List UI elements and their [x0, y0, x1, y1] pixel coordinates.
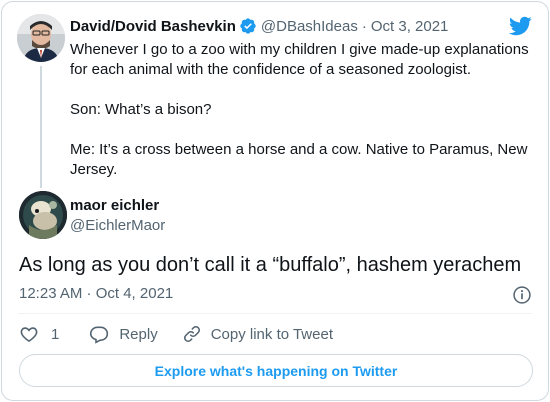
header-separator: · [361, 17, 367, 35]
explore-twitter-button[interactable]: Explore what's happening on Twitter [19, 354, 533, 387]
reply-button[interactable]: Reply [89, 324, 158, 344]
like-button[interactable]: 1 [19, 324, 59, 344]
parent-tweet-paragraph: Me: It’s a cross between a horse and a c… [70, 141, 528, 178]
parent-author-handle[interactable]: @DBashIdeas [261, 18, 358, 35]
copy-link-button[interactable]: Copy link to Tweet [182, 324, 333, 344]
twitter-bird-icon[interactable] [508, 14, 532, 38]
reply-author-handle[interactable]: @EichlerMaor [70, 217, 165, 234]
actions-divider [18, 313, 532, 314]
info-icon[interactable] [512, 285, 532, 305]
copy-link-label: Copy link to Tweet [210, 325, 333, 343]
tweet-actions-bar: 1 Reply Copy link to Tweet [19, 322, 333, 346]
thread-connector-line [40, 66, 42, 188]
reply-tweet-text: As long as you don’t call it a “buffalo”… [19, 254, 522, 276]
parent-tweet-paragraph: Whenever I go to a zoo with my children … [70, 41, 529, 78]
parent-author-name[interactable]: David/Dovid Bashevkin [70, 18, 236, 35]
parent-tweet-body: Whenever I go to a zoo with my children … [70, 40, 532, 180]
parent-author-avatar[interactable] [17, 14, 65, 62]
parent-tweet-header: David/Dovid Bashevkin @DBashIdeas · Oct … [70, 14, 448, 38]
reply-label: Reply [119, 325, 158, 343]
tweet-card: David/Dovid Bashevkin @DBashIdeas · Oct … [1, 1, 549, 401]
link-icon [183, 326, 200, 342]
reply-bubble-icon [90, 326, 109, 344]
like-count: 1 [51, 325, 60, 343]
reply-tweet-timestamp[interactable]: 12:23 AM · Oct 4, 2021 [19, 285, 173, 302]
parent-tweet-paragraph: Son: What’s a bison? [70, 101, 212, 118]
reply-author-name[interactable]: maor eichler [70, 197, 159, 214]
parent-tweet-date[interactable]: Oct 3, 2021 [371, 18, 449, 35]
heart-icon [20, 327, 38, 343]
verified-badge-icon [239, 17, 257, 35]
reply-author-avatar[interactable] [19, 191, 67, 239]
